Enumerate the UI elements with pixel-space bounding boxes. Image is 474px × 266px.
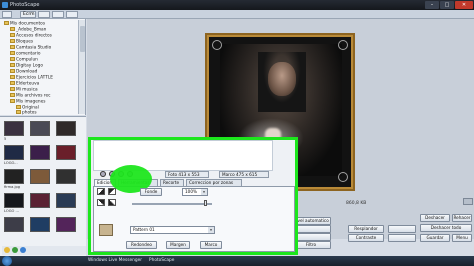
- rehacer-button[interactable]: Rehacer: [452, 214, 472, 222]
- thumbnail[interactable]: [30, 169, 50, 184]
- star-icon[interactable]: [4, 247, 10, 253]
- folder-icon: [10, 27, 15, 31]
- frame-flourish: [338, 172, 348, 182]
- folder-icon: [10, 63, 15, 67]
- tool-button[interactable]: [388, 225, 416, 233]
- contraste-button[interactable]: Contraste: [348, 234, 384, 242]
- folder-icon: [10, 57, 15, 61]
- folder-icon: [10, 39, 15, 43]
- frame-slider-knob[interactable]: [204, 200, 207, 206]
- menu-button-3[interactable]: [38, 11, 50, 18]
- thumbnail[interactable]: [4, 217, 24, 232]
- tab-correccion-por-zonas[interactable]: Correccion por zonas: [186, 179, 242, 186]
- app-icon: [2, 2, 8, 8]
- rotate-left-icon[interactable]: [100, 171, 106, 177]
- folder-icon: [10, 69, 15, 73]
- file-size-label: 860,8 KB: [346, 201, 367, 206]
- menu-button[interactable]: Menu: [452, 234, 472, 242]
- thumbnail-toolbar: [2, 246, 86, 255]
- minimize-button[interactable]: –: [425, 1, 439, 9]
- thumbnail[interactable]: [56, 169, 76, 184]
- thumbnail[interactable]: [56, 121, 76, 136]
- scrollbar-thumb[interactable]: [80, 26, 85, 52]
- deshacer-button[interactable]: Deshacer: [420, 214, 450, 222]
- thumbnail-label: LOGO ...: [4, 209, 19, 213]
- redondeo-button[interactable]: Redondeo: [126, 241, 157, 249]
- folder-icon: [10, 87, 15, 91]
- frame-swatch[interactable]: [97, 199, 105, 206]
- folder-icon: [4, 21, 9, 25]
- frame-flourish: [212, 40, 222, 50]
- photoscape-window: PhotoScape – □ ✕ Ecrm Mis documentos _Ad…: [0, 0, 474, 266]
- thumbnail[interactable]: [30, 193, 50, 208]
- tab-recorte[interactable]: Recorte: [160, 179, 184, 186]
- thumbnail[interactable]: [56, 217, 76, 232]
- marco-button[interactable]: Marco: [200, 241, 222, 249]
- folder-icon: [16, 110, 21, 114]
- folder-tree: Mis documentos _Adobe_Bman Accesos direc…: [0, 19, 86, 115]
- thumbnail-panel: 5 LOGO... firma.jpg LOGO ...: [0, 116, 86, 256]
- thumbnail[interactable]: [4, 193, 24, 208]
- folder-icon: [10, 81, 15, 85]
- thumbnail[interactable]: [30, 217, 50, 232]
- thumbnail-label: firma.jpg: [4, 185, 21, 189]
- start-button[interactable]: [2, 256, 12, 266]
- deshacer-todo-button[interactable]: Deshacer todo: [420, 224, 472, 232]
- tool-button[interactable]: [388, 234, 416, 242]
- menu-button-5[interactable]: [66, 11, 78, 18]
- taskbar: Windows Live Messenger PhotoScape: [0, 256, 474, 266]
- folder-icon: [10, 93, 15, 97]
- next-arrow-button[interactable]: [463, 198, 473, 205]
- folder-icon: [10, 51, 15, 55]
- menu-button-ecrm[interactable]: Ecrm: [20, 11, 36, 18]
- add-icon[interactable]: [12, 247, 18, 253]
- frame-swatch[interactable]: [97, 188, 105, 195]
- menu-bar: Ecrm: [0, 10, 474, 19]
- photo-size-tab[interactable]: Foto 413 x 553: [165, 171, 209, 178]
- thumbnail-label: LOGO...: [4, 161, 18, 165]
- tree-scrollbar[interactable]: [78, 20, 85, 114]
- frame-flourish: [338, 40, 348, 50]
- window-title: PhotoScape: [10, 2, 40, 8]
- menu-button-home[interactable]: [2, 11, 12, 18]
- folder-icon: [10, 99, 15, 103]
- guardar-button[interactable]: Guardar: [420, 234, 450, 242]
- frame-swatch[interactable]: [108, 199, 116, 206]
- percent-select[interactable]: 100% ▾: [182, 188, 208, 196]
- thumbnail[interactable]: [56, 145, 76, 160]
- folder-icon: [16, 105, 21, 109]
- title-bar: PhotoScape – □ ✕: [0, 0, 474, 10]
- frame-swatch[interactable]: [108, 188, 116, 195]
- thumbnail[interactable]: [56, 193, 76, 208]
- thumbnail[interactable]: [4, 169, 24, 184]
- thumbnail[interactable]: [4, 121, 24, 136]
- folder-icon: [10, 75, 15, 79]
- thumbnail[interactable]: [30, 145, 50, 160]
- frame-slider-track[interactable]: [132, 203, 212, 205]
- thumbnail-label: 5: [4, 137, 7, 141]
- thumbnail[interactable]: [4, 145, 24, 160]
- folder-icon: [10, 33, 15, 37]
- margen-button[interactable]: Margen: [166, 241, 190, 249]
- chevron-down-icon: ▾: [201, 189, 207, 195]
- folder-icon: [10, 45, 15, 49]
- chevron-down-icon: ▾: [208, 227, 214, 233]
- close-button[interactable]: ✕: [455, 1, 473, 9]
- taskbar-item-messenger[interactable]: Windows Live Messenger: [84, 257, 144, 265]
- fonde-button[interactable]: Fonde: [140, 188, 162, 196]
- folder-open-icon[interactable]: [20, 247, 26, 253]
- resplandor-button[interactable]: Resplandor: [348, 225, 384, 233]
- menu-button-4[interactable]: [52, 11, 64, 18]
- pattern-select[interactable]: Pattern 01 ▾: [130, 226, 215, 234]
- frame-size-tab[interactable]: Marco 475 x 615: [219, 171, 269, 178]
- maximize-button[interactable]: □: [440, 1, 454, 9]
- pattern-preview: [99, 224, 113, 236]
- photo-face: [268, 62, 296, 96]
- thumbnail[interactable]: [30, 121, 50, 136]
- taskbar-item-photoscape[interactable]: PhotoScape: [145, 257, 205, 265]
